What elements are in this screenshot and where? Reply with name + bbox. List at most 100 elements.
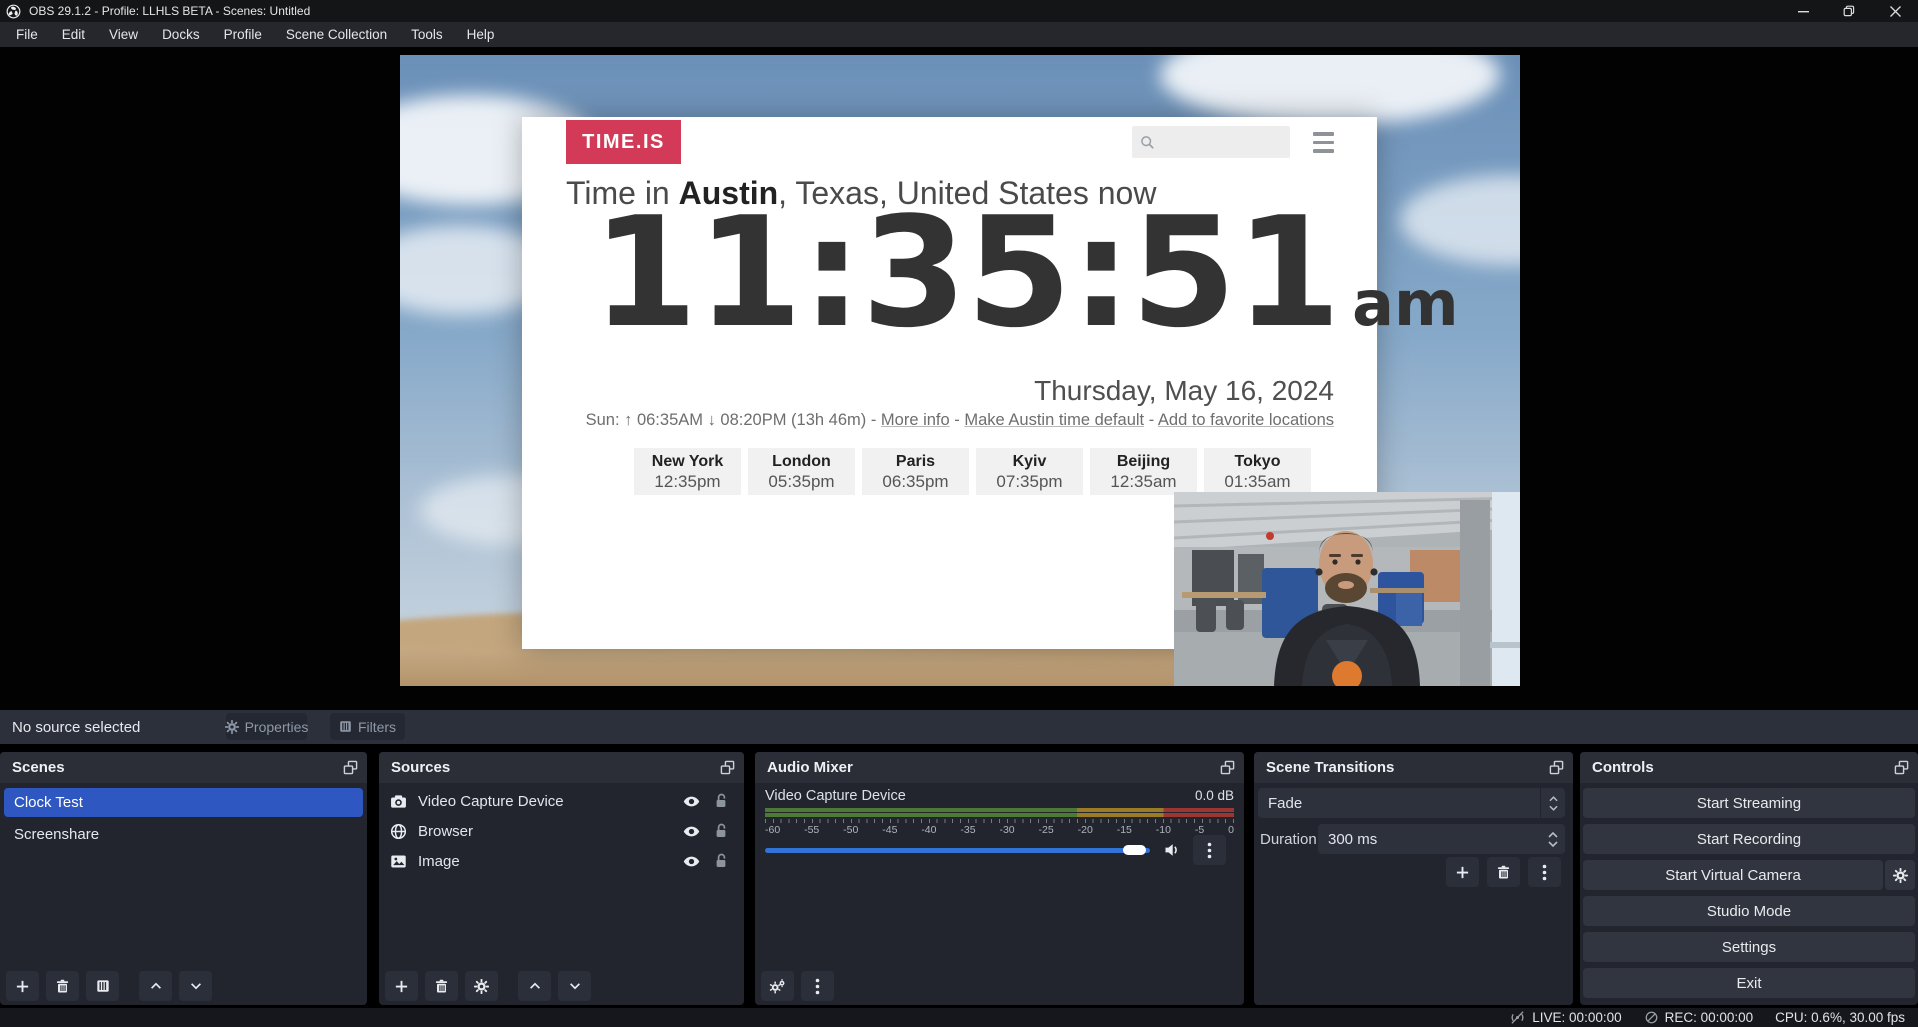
add-source-button[interactable] — [385, 971, 418, 1001]
transitions-toolbar — [1446, 857, 1561, 887]
globe-icon — [390, 823, 407, 840]
add-scene-button[interactable] — [6, 971, 39, 1001]
mixer-header: Audio Mixer — [755, 752, 1244, 783]
menu-docks[interactable]: Docks — [150, 22, 212, 47]
move-scene-down-button[interactable] — [179, 971, 212, 1001]
start-recording-button[interactable]: Start Recording — [1583, 824, 1915, 854]
live-muted-icon — [1509, 1010, 1526, 1025]
transition-select[interactable]: Fade — [1258, 788, 1565, 818]
properties-button[interactable]: Properties — [226, 713, 307, 740]
source-row-image[interactable]: Image — [379, 846, 744, 876]
remove-transition-button[interactable] — [1487, 857, 1520, 887]
mixer-menu-button[interactable] — [801, 971, 834, 1001]
menu-view[interactable]: View — [97, 22, 150, 47]
statusbar: LIVE: 00:00:00 REC: 00:00:00 CPU: 0.6%, … — [0, 1008, 1918, 1027]
lock-open-icon[interactable] — [714, 793, 728, 809]
advanced-audio-properties-button[interactable] — [761, 971, 794, 1001]
transition-properties-menu-button[interactable] — [1528, 857, 1561, 887]
move-source-up-button[interactable] — [518, 971, 551, 1001]
timeis-search-input — [1161, 133, 1275, 151]
sources-title: Sources — [391, 759, 450, 776]
minimize-button[interactable] — [1780, 0, 1826, 22]
popout-icon[interactable] — [1220, 760, 1235, 775]
no-source-label: No source selected — [12, 719, 140, 736]
clock-ampm: am — [1352, 267, 1458, 340]
city-card: London05:35pm — [748, 448, 855, 495]
scene-item-clock-test[interactable]: Clock Test — [4, 788, 363, 817]
start-virtual-camera-button[interactable]: Start Virtual Camera — [1583, 860, 1883, 890]
transition-select-arrows[interactable] — [1540, 788, 1565, 818]
controls-title: Controls — [1592, 759, 1654, 776]
preview-canvas[interactable]: TIME.IS Time in Austin, Texas, United St… — [400, 55, 1520, 686]
sources-toolbar — [385, 971, 591, 1001]
volume-slider[interactable] — [765, 848, 1150, 853]
selected-source-toolbar: No source selected Properties — [0, 710, 1918, 744]
popout-icon[interactable] — [1549, 760, 1564, 775]
menu-file[interactable]: File — [4, 22, 50, 47]
source-row-browser[interactable]: Browser — [379, 816, 744, 846]
duration-spinbox[interactable]: 300 ms — [1318, 824, 1565, 854]
city-card: Paris06:35pm — [862, 448, 969, 495]
popout-icon[interactable] — [720, 760, 735, 775]
menu-profile[interactable]: Profile — [212, 22, 274, 47]
studio-mode-button[interactable]: Studio Mode — [1583, 896, 1915, 926]
menu-edit[interactable]: Edit — [50, 22, 97, 47]
make-default-link: Make Austin time default — [964, 411, 1144, 429]
menu-tools[interactable]: Tools — [399, 22, 455, 47]
scenes-toolbar — [6, 971, 212, 1001]
popout-icon[interactable] — [1894, 760, 1909, 775]
mixer-channel-name: Video Capture Device — [765, 788, 906, 804]
volume-slider-handle[interactable] — [1123, 845, 1146, 855]
start-streaming-button[interactable]: Start Streaming — [1583, 788, 1915, 818]
virtual-camera-settings-button[interactable] — [1885, 860, 1915, 890]
properties-label: Properties — [245, 719, 309, 735]
timeis-search-box — [1132, 126, 1290, 158]
transitions-title: Scene Transitions — [1266, 759, 1394, 776]
timeis-logo: TIME.IS — [566, 120, 681, 164]
scene-item-screenshare[interactable]: Screenshare — [4, 820, 363, 849]
mixer-channel-menu-button[interactable] — [1193, 835, 1226, 865]
close-button[interactable] — [1872, 0, 1918, 22]
move-scene-up-button[interactable] — [139, 971, 172, 1001]
source-properties-button[interactable] — [465, 971, 498, 1001]
menu-help[interactable]: Help — [455, 22, 507, 47]
source-row-video-capture[interactable]: Video Capture Device — [379, 786, 744, 816]
city-times-row: New York12:35pm London05:35pm Paris06:35… — [634, 448, 1311, 495]
lock-open-icon[interactable] — [714, 853, 728, 869]
transitions-header: Scene Transitions — [1254, 752, 1573, 783]
scenes-title: Scenes — [12, 759, 65, 776]
volume-meter — [765, 808, 1234, 818]
rec-status: REC: 00:00:00 — [1644, 1010, 1754, 1025]
visibility-eye-icon[interactable] — [683, 793, 700, 810]
remove-source-button[interactable] — [425, 971, 458, 1001]
webcam-overlay[interactable] — [1174, 492, 1520, 686]
visibility-eye-icon[interactable] — [683, 823, 700, 840]
remove-scene-button[interactable] — [46, 971, 79, 1001]
visibility-eye-icon[interactable] — [683, 853, 700, 870]
settings-button[interactable]: Settings — [1583, 932, 1915, 962]
menu-scene-collection[interactable]: Scene Collection — [274, 22, 399, 47]
hamburger-menu-icon — [1313, 132, 1334, 153]
move-source-down-button[interactable] — [558, 971, 591, 1001]
add-transition-button[interactable] — [1446, 857, 1479, 887]
duration-spin-arrows[interactable] — [1541, 824, 1565, 854]
city-card: New York12:35pm — [634, 448, 741, 495]
date-text: Thursday, May 16, 2024 — [1034, 375, 1334, 407]
sources-header: Sources — [379, 752, 744, 783]
popout-icon[interactable] — [343, 760, 358, 775]
volume-slider-row — [765, 838, 1234, 864]
filters-label: Filters — [358, 719, 396, 735]
camera-icon — [390, 793, 407, 810]
duration-label: Duration — [1260, 831, 1317, 848]
controls-header: Controls — [1580, 752, 1918, 783]
lock-open-icon[interactable] — [714, 823, 728, 839]
restore-button[interactable] — [1826, 0, 1872, 22]
scene-filters-button[interactable] — [86, 971, 119, 1001]
filter-icon — [339, 720, 352, 733]
sources-panel: Sources Video Capture Device Browser — [379, 752, 744, 1005]
titlebar: OBS 29.1.2 - Profile: LLHLS BETA - Scene… — [0, 0, 1918, 22]
speaker-icon[interactable] — [1163, 842, 1181, 858]
filters-button[interactable]: Filters — [330, 713, 405, 740]
transition-selected-value: Fade — [1268, 795, 1540, 812]
exit-button[interactable]: Exit — [1583, 968, 1915, 998]
